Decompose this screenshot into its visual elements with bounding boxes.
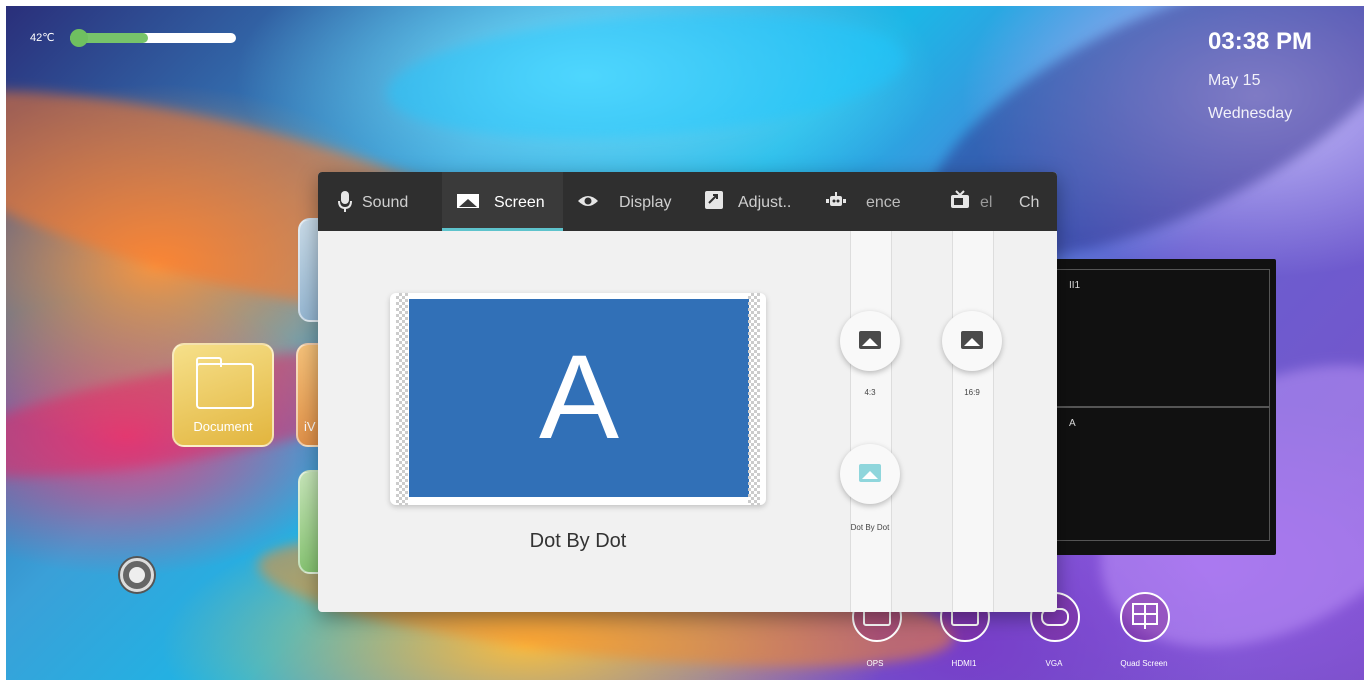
wallpaper-swirl: [382, 6, 910, 154]
dock-label: OPS: [866, 659, 884, 668]
aspect-preview-screen: A: [409, 299, 749, 497]
current-mode-label: Dot By Dot: [529, 530, 627, 552]
option-label: 16:9: [964, 388, 980, 397]
tab-channel[interactable]: el: [924, 172, 1004, 231]
tab-sound[interactable]: Sound: [318, 172, 442, 231]
tab-label: Display: [619, 194, 672, 211]
dock-quad-screen-button[interactable]: [1120, 592, 1170, 642]
preview-cell-label: A: [1069, 418, 1076, 429]
clock-date: May 15: [1208, 72, 1261, 89]
tab-preference[interactable]: ence: [814, 172, 924, 231]
dock-label: VGA: [1045, 659, 1063, 668]
option-label: Dot By Dot: [850, 523, 890, 532]
settings-tabbar: Sound Screen Display Adjust.. ence el Ch: [318, 172, 1057, 231]
preview-cell-hdmi1[interactable]: II1: [1052, 269, 1270, 407]
brightness-slider[interactable]: [70, 29, 236, 47]
app-tile-document[interactable]: Document: [172, 343, 274, 447]
clock-time: 03:38 PM: [1208, 28, 1313, 55]
temperature-label: 42℃: [30, 32, 55, 44]
tab-label: el: [980, 194, 993, 211]
microphone-icon: [338, 191, 352, 212]
dock-label: HDMI1: [951, 659, 977, 668]
image-icon: [961, 331, 983, 349]
tab-label: Sound: [362, 194, 409, 211]
tab-display[interactable]: Display: [563, 172, 688, 231]
floating-menu-button[interactable]: [120, 558, 154, 592]
tab-screen[interactable]: Screen: [442, 172, 563, 231]
tab-label: Adjust..: [738, 194, 792, 211]
checker-border: [748, 293, 760, 505]
tv-icon: [951, 190, 969, 208]
preview-cell-vga[interactable]: A: [1052, 407, 1270, 541]
folder-icon: [196, 357, 254, 409]
tab-label: Screen: [494, 194, 545, 211]
checker-border: [396, 293, 408, 505]
tab-adjust[interactable]: Adjust..: [688, 172, 814, 231]
preview-letter: A: [538, 330, 620, 464]
clock-weekday: Wednesday: [1208, 105, 1293, 122]
aspect-dot-by-dot-button[interactable]: [840, 444, 900, 504]
image-icon: [859, 331, 881, 349]
dock-label: Quad Screen: [1120, 659, 1168, 668]
aspect-16-9-button[interactable]: [942, 311, 1002, 371]
eye-icon: [578, 196, 598, 206]
option-column-track: [952, 231, 994, 612]
screen-icon: [457, 194, 479, 208]
option-label: 4:3: [864, 388, 876, 397]
preview-cell-label: II1: [1069, 280, 1081, 291]
option-column-track: [850, 231, 892, 612]
app-tile-label: Document: [193, 419, 253, 434]
tab-label: ence: [866, 194, 901, 211]
image-icon: [859, 464, 881, 482]
source-preview-panel: II1 A: [1040, 259, 1276, 555]
tab-label: Ch: [1019, 194, 1040, 211]
aspect-4-3-button[interactable]: [840, 311, 900, 371]
tab-partial[interactable]: Ch: [1004, 172, 1057, 231]
brightness-slider-handle[interactable]: [70, 29, 88, 47]
settings-dialog: Sound Screen Display Adjust.. ence el Ch…: [318, 172, 1057, 612]
robot-icon: [826, 192, 846, 206]
aspect-preview-card: A: [390, 293, 766, 505]
app-tile-label: iV: [304, 419, 316, 434]
adjust-icon: [705, 191, 723, 209]
quad-screen-icon: [1132, 603, 1158, 629]
